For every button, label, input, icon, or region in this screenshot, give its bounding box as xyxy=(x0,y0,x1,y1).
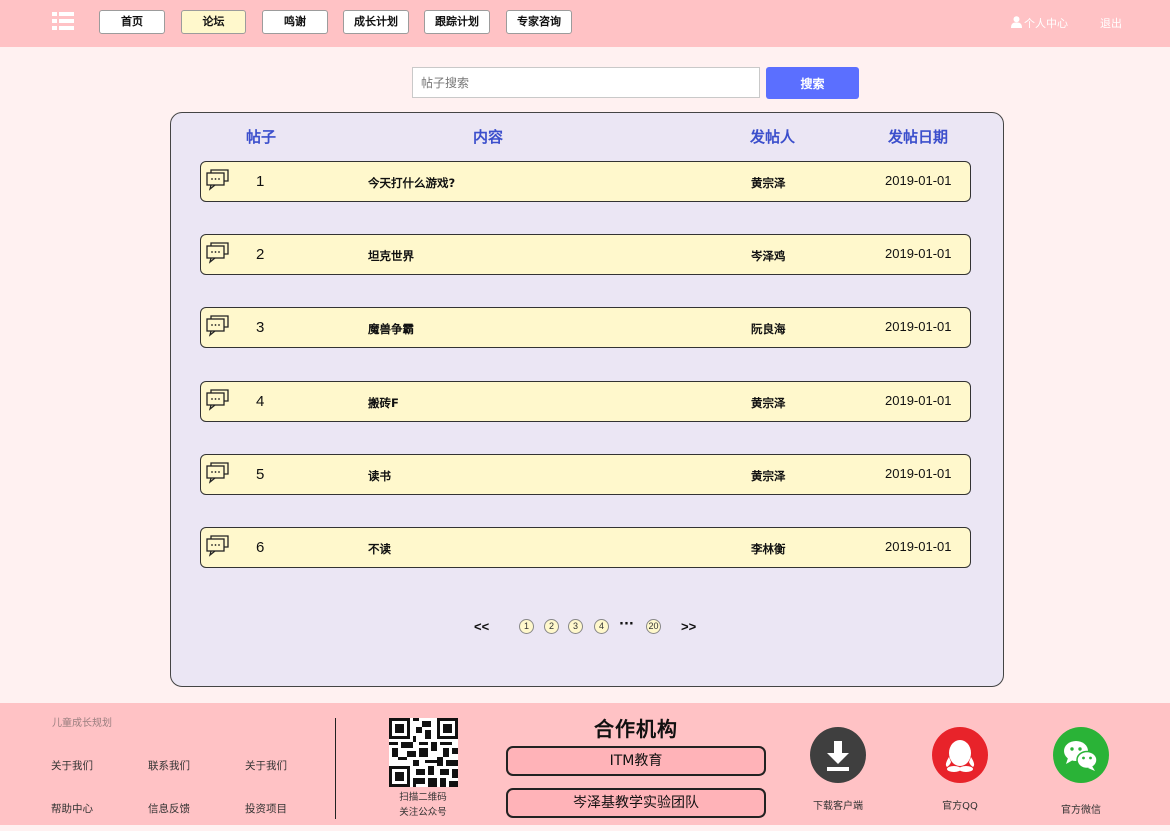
post-author: 黄宗泽 xyxy=(751,176,786,190)
footer-link-about-2[interactable]: 关于我们 xyxy=(245,758,287,773)
post-number: 4 xyxy=(256,393,265,410)
post-row[interactable]: 2 坦克世界 岑泽鸡 2019-01-01 xyxy=(200,234,971,275)
pagination-ellipsis: ··· xyxy=(619,617,634,632)
qq-label: 官方QQ xyxy=(942,801,978,812)
post-title[interactable]: 不读 xyxy=(368,541,391,557)
download-icon xyxy=(827,741,849,771)
column-header-content: 内容 xyxy=(473,128,504,146)
official-qq-button[interactable] xyxy=(932,727,988,783)
footer-link-contact[interactable]: 联系我们 xyxy=(148,758,190,773)
chat-bubble-icon xyxy=(206,462,229,484)
chat-bubble-icon xyxy=(206,242,229,264)
nav-growth-plan-button[interactable]: 成长计划 xyxy=(343,10,409,34)
chat-bubble-icon xyxy=(206,535,229,557)
profile-label: 个人中心 xyxy=(1024,17,1068,30)
pagination-page[interactable]: 3 xyxy=(568,619,583,634)
footer-link-feedback[interactable]: 信息反馈 xyxy=(148,801,190,816)
column-header-post: 帖子 xyxy=(246,128,277,146)
post-date: 2019-01-01 xyxy=(885,246,952,261)
download-label: 下载客户端 xyxy=(813,801,863,812)
footer-brand: 儿童成长规划 xyxy=(52,718,112,729)
post-row[interactable]: 1 今天打什么游戏? 黄宗泽 2019-01-01 xyxy=(200,161,971,202)
post-number: 3 xyxy=(256,319,265,336)
qq-penguin-icon xyxy=(945,740,975,772)
post-date: 2019-01-01 xyxy=(885,393,952,408)
post-number: 6 xyxy=(256,539,265,556)
nav-forum-button[interactable]: 论坛 xyxy=(181,10,246,34)
post-number: 1 xyxy=(256,173,265,190)
pagination-page[interactable]: 2 xyxy=(544,619,559,634)
post-author: 黄宗泽 xyxy=(751,469,786,483)
chat-bubble-icon xyxy=(206,315,229,337)
footer-bottom-strip xyxy=(0,825,1170,831)
post-row[interactable]: 3 魔兽争霸 阮良海 2019-01-01 xyxy=(200,307,971,348)
nav-tracking-plan-button[interactable]: 跟踪计划 xyxy=(424,10,490,34)
footer-link-invest[interactable]: 投资项目 xyxy=(245,801,287,816)
post-title[interactable]: 魔兽争霸 xyxy=(368,321,414,337)
logout-link[interactable]: 退出 xyxy=(1100,15,1122,31)
footer-link-help[interactable]: 帮助中心 xyxy=(51,801,93,816)
post-title[interactable]: 搬砖F xyxy=(368,395,399,411)
post-row[interactable]: 5 读书 黄宗泽 2019-01-01 xyxy=(200,454,971,495)
person-icon xyxy=(1011,16,1022,28)
menu-icon[interactable] xyxy=(52,12,74,31)
search-button[interactable]: 搜索 xyxy=(766,67,859,99)
post-title[interactable]: 今天打什么游戏? xyxy=(368,175,455,191)
top-navigation-bar: 首页 论坛 鸣谢 成长计划 跟踪计划 专家咨询 个人中心 退出 xyxy=(0,0,1170,47)
post-date: 2019-01-01 xyxy=(885,319,952,334)
qr-caption-line-1: 扫描二维码 xyxy=(399,792,447,803)
post-date: 2019-01-01 xyxy=(885,539,952,554)
partners-title: 合作机构 xyxy=(594,717,678,741)
post-date: 2019-01-01 xyxy=(885,173,952,188)
post-number: 5 xyxy=(256,466,265,483)
post-title[interactable]: 读书 xyxy=(368,468,391,484)
wechat-label: 官方微信 xyxy=(1061,805,1101,816)
post-author: 李林衡 xyxy=(751,542,786,556)
post-date: 2019-01-01 xyxy=(885,466,952,481)
footer-link-about[interactable]: 关于我们 xyxy=(51,758,93,773)
download-client-button[interactable] xyxy=(810,727,866,783)
post-number: 2 xyxy=(256,246,265,263)
chat-bubble-icon xyxy=(206,389,229,411)
pagination-page[interactable]: 20 xyxy=(646,619,661,634)
post-title[interactable]: 坦克世界 xyxy=(368,248,414,264)
nav-thanks-button[interactable]: 鸣谢 xyxy=(262,10,328,34)
post-author: 岑泽鸡 xyxy=(751,249,786,263)
column-header-author: 发帖人 xyxy=(750,128,796,146)
pagination-page[interactable]: 1 xyxy=(519,619,534,634)
column-header-date: 发帖日期 xyxy=(888,128,949,146)
wechat-icon xyxy=(1064,741,1098,771)
post-row[interactable]: 6 不读 李林衡 2019-01-01 xyxy=(200,527,971,568)
post-author: 黄宗泽 xyxy=(751,396,786,410)
post-author: 阮良海 xyxy=(751,322,786,336)
nav-home-button[interactable]: 首页 xyxy=(99,10,165,34)
profile-link[interactable]: 个人中心 xyxy=(1011,15,1068,31)
partner-lab-button[interactable]: 岑泽基教学实验团队 xyxy=(506,788,766,818)
qr-caption-line-2: 关注公众号 xyxy=(399,807,447,818)
nav-expert-consult-button[interactable]: 专家咨询 xyxy=(506,10,572,34)
post-search-input[interactable] xyxy=(412,67,760,98)
pagination-next[interactable]: >> xyxy=(681,619,696,634)
qr-caption: 扫描二维码 关注公众号 xyxy=(381,790,465,820)
pagination-page[interactable]: 4 xyxy=(594,619,609,634)
official-wechat-button[interactable] xyxy=(1053,727,1109,783)
post-row[interactable]: 4 搬砖F 黄宗泽 2019-01-01 xyxy=(200,381,971,422)
partner-itm-button[interactable]: ITM教育 xyxy=(506,746,766,776)
footer-divider xyxy=(335,718,336,819)
qr-code-icon xyxy=(389,718,458,787)
chat-bubble-icon xyxy=(206,169,229,191)
pagination-prev[interactable]: << xyxy=(474,619,489,634)
